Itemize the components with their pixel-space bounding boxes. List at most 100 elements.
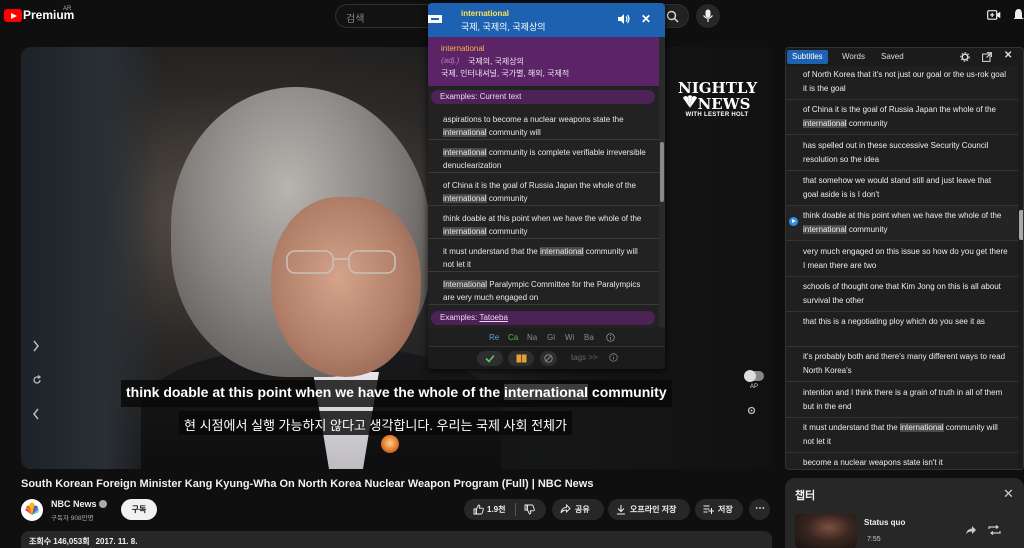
example-highlight[interactable]: international bbox=[443, 194, 487, 203]
share-icon[interactable] bbox=[965, 525, 977, 535]
tab-words[interactable]: Words bbox=[837, 50, 870, 64]
channel-avatar[interactable] bbox=[21, 499, 43, 521]
chapters-close-icon[interactable]: ✕ bbox=[1003, 486, 1014, 502]
popup-close-icon[interactable]: ✕ bbox=[641, 12, 651, 26]
like-count[interactable]: 1.9천 bbox=[487, 499, 505, 520]
create-video-icon[interactable] bbox=[987, 9, 1001, 21]
example-item[interactable]: international community is complete veri… bbox=[428, 140, 659, 173]
tag-re[interactable]: Re bbox=[489, 333, 499, 342]
open-external-icon[interactable] bbox=[982, 52, 992, 62]
youtube-logo-icon[interactable] bbox=[4, 9, 22, 22]
subtitle-list: of North Korea that it's not just our go… bbox=[786, 65, 1018, 469]
subtitle-line[interactable]: it must understand that the internationa… bbox=[786, 418, 1018, 453]
subtitle-line[interactable]: has spelled out in these successive Secu… bbox=[786, 136, 1018, 171]
caption-english-highlight[interactable]: international bbox=[504, 384, 589, 400]
info-icon-footer[interactable] bbox=[609, 353, 618, 362]
example-text: think doable at this point when we have … bbox=[443, 214, 642, 223]
thumbs-down-icon[interactable] bbox=[524, 504, 535, 515]
tatoeba-link[interactable]: Tatoeba bbox=[479, 313, 507, 322]
autoplay-toggle[interactable] bbox=[744, 370, 764, 382]
example-highlight[interactable]: international bbox=[443, 148, 487, 157]
subtitle-line[interactable]: of China it is the goal of Russia Japan … bbox=[786, 100, 1018, 136]
gear-icon[interactable] bbox=[960, 52, 970, 62]
voice-search-button[interactable] bbox=[696, 4, 720, 28]
verified-check-icon bbox=[99, 500, 107, 508]
chevron-left-icon[interactable] bbox=[32, 408, 40, 420]
subtitle-line[interactable]: that this is a negotiating ploy which do… bbox=[786, 312, 1018, 348]
tag-na[interactable]: Na bbox=[527, 333, 537, 342]
chapter-name[interactable]: Status quo bbox=[864, 518, 905, 527]
definition-meaning: 국제의, 국제상의 bbox=[468, 57, 524, 66]
replay-icon[interactable] bbox=[32, 375, 42, 385]
subtitle-line[interactable]: very much engaged on this issue so how d… bbox=[786, 242, 1018, 277]
ignore-word-button[interactable] bbox=[540, 351, 557, 366]
example-text: aspirations to become a nuclear weapons … bbox=[443, 115, 624, 124]
autoplay-label: AP bbox=[750, 384, 759, 390]
subtitle-line[interactable]: schools of thought one that Kim Jong on … bbox=[786, 277, 1018, 312]
example-highlight[interactable]: international bbox=[539, 247, 584, 256]
subtitle-line[interactable]: intention and I think there is a grain o… bbox=[786, 383, 1018, 418]
subtitle-text: schools of thought one that Kim Jong on … bbox=[803, 281, 1001, 305]
notifications-bell-icon[interactable] bbox=[1013, 8, 1024, 22]
subtitle-scroll-thumb[interactable] bbox=[1019, 210, 1023, 240]
popup-word: international bbox=[461, 9, 510, 18]
info-icon[interactable] bbox=[606, 333, 615, 342]
channel-name[interactable]: NBC News bbox=[51, 499, 97, 509]
example-item[interactable]: it must understand that the internationa… bbox=[428, 239, 659, 272]
chevron-right-icon[interactable] bbox=[32, 340, 40, 352]
example-highlight[interactable]: international bbox=[443, 227, 487, 236]
subtitle-scrollbar[interactable] bbox=[1018, 66, 1023, 469]
tag-ba[interactable]: Ba bbox=[584, 333, 594, 342]
tag-ca[interactable]: Ca bbox=[508, 333, 518, 342]
source-tags-row: Re Ca Na Gl Wi Ba bbox=[428, 328, 665, 346]
example-highlight[interactable]: International bbox=[443, 280, 488, 289]
subtitle-line[interactable]: that somehow we would stand still and ju… bbox=[786, 171, 1018, 206]
subtitle-text: community bbox=[846, 119, 888, 129]
logo-line-1: NIGHTLY bbox=[678, 79, 758, 97]
subscribe-button[interactable]: 구독 bbox=[121, 499, 157, 520]
subtitle-line[interactable]: it's probably both and there's many diff… bbox=[786, 347, 1018, 383]
example-item[interactable]: aspirations to become a nuclear weapons … bbox=[428, 107, 659, 140]
chapters-title: 챕터 bbox=[795, 490, 816, 502]
subtitle-highlight[interactable]: international bbox=[899, 423, 944, 432]
tag-wi[interactable]: Wi bbox=[565, 333, 574, 342]
tab-saved[interactable]: Saved bbox=[876, 50, 909, 64]
save-playlist-button[interactable]: 저장 bbox=[695, 499, 743, 520]
offline-save-button[interactable]: 오프라인 저장 bbox=[608, 499, 690, 520]
save-word-button[interactable] bbox=[508, 351, 534, 366]
mark-known-button[interactable] bbox=[477, 351, 503, 366]
repeat-icon[interactable] bbox=[988, 525, 1001, 535]
example-highlight[interactable]: international bbox=[443, 128, 487, 137]
chapter-thumbnail[interactable] bbox=[795, 514, 857, 548]
subtitle-line[interactable]: of North Korea that it's not just our go… bbox=[786, 65, 1018, 100]
more-tags-link[interactable]: tags >> bbox=[571, 353, 598, 362]
more-actions-button[interactable]: ⋯ bbox=[749, 499, 770, 520]
subtitle-line[interactable]: think doable at this point when we have … bbox=[786, 206, 1018, 242]
gear-icon[interactable] bbox=[746, 405, 757, 416]
tag-gl[interactable]: Gl bbox=[547, 333, 555, 342]
upload-date: 2017. 11. 8. bbox=[95, 537, 138, 546]
subtitle-highlight[interactable]: international bbox=[803, 225, 847, 235]
speaker-icon[interactable] bbox=[617, 13, 631, 25]
tab-subtitles[interactable]: Subtitles bbox=[787, 50, 828, 64]
definition-section: international (adj.) 국제의, 국제상의 국제, 인터내셔널… bbox=[428, 37, 659, 86]
subtitle-text: intention and I think there is a grain o… bbox=[803, 387, 1003, 411]
definition-word: international bbox=[441, 44, 485, 53]
example-item[interactable]: of China it is the goal of Russia Japan … bbox=[428, 173, 659, 206]
play-current-icon[interactable] bbox=[789, 217, 798, 227]
popup-scrollbar[interactable] bbox=[659, 37, 665, 327]
share-button[interactable]: 공유 bbox=[552, 499, 604, 520]
example-item[interactable]: think doable at this point when we have … bbox=[428, 206, 659, 239]
subtitle-highlight[interactable]: international bbox=[803, 119, 847, 129]
description-box[interactable]: 조회수 146,053회 2017. 11. 8. bbox=[21, 531, 772, 548]
nbc-peacock-icon bbox=[683, 95, 697, 108]
subtitle-text: it's probably both and there's many diff… bbox=[803, 352, 1006, 376]
thumbs-up-icon[interactable] bbox=[473, 504, 484, 515]
popup-scroll-thumb[interactable] bbox=[660, 142, 664, 202]
share-icon bbox=[560, 504, 571, 514]
close-icon[interactable]: ✕ bbox=[1004, 50, 1012, 61]
example-item[interactable]: International Paralympic Committee for t… bbox=[428, 272, 659, 305]
subtitle-line[interactable]: become a nuclear weapons state isn't it bbox=[786, 453, 1018, 469]
examples-tatoeba-label: Examples: bbox=[440, 313, 480, 322]
example-text: community bbox=[486, 227, 528, 236]
